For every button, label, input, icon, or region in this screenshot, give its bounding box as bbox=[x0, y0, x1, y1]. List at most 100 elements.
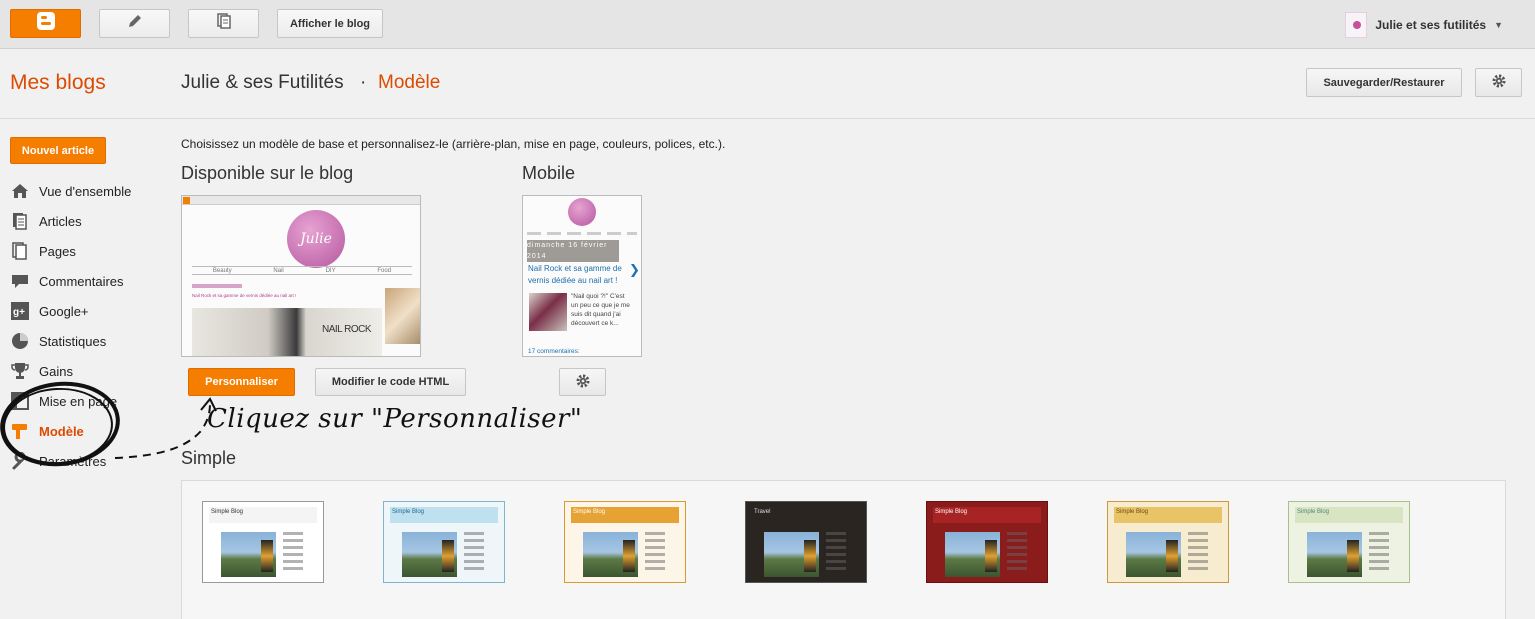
sidebar-nav: Vue d'ensemble Articles Pages Commentair… bbox=[10, 176, 131, 476]
template-header-label: Simple Blog bbox=[390, 507, 498, 523]
sidebar-item-label: Vue d'ensemble bbox=[39, 183, 132, 199]
simple-templates-heading: Simple bbox=[181, 448, 237, 468]
template-thumbnail[interactable]: Simple Blog bbox=[1107, 501, 1229, 583]
svg-text:g+: g+ bbox=[13, 307, 25, 318]
template-lantern-image bbox=[1347, 540, 1359, 572]
new-post-pencil-button[interactable] bbox=[99, 9, 170, 38]
template-header-label: Travel bbox=[752, 507, 860, 523]
sidebar-item-pages[interactable]: Pages bbox=[10, 236, 131, 266]
template-header-label: Simple Blog bbox=[209, 507, 317, 523]
trophy-icon bbox=[10, 361, 30, 381]
new-post-button[interactable]: Nouvel article bbox=[10, 137, 106, 164]
pencil-icon bbox=[127, 13, 143, 34]
template-lantern-image bbox=[985, 540, 997, 572]
template-sidebar bbox=[1369, 532, 1389, 572]
sidebar-item-label: Mise en page bbox=[39, 393, 118, 409]
template-thumbnail[interactable]: Simple Blog bbox=[926, 501, 1048, 583]
my-blogs-link[interactable]: Mes blogs bbox=[10, 71, 106, 95]
sidebar-item-settings[interactable]: Paramètres bbox=[10, 446, 131, 476]
sidebar-item-layout[interactable]: Mise en page bbox=[10, 386, 131, 416]
posts-icon bbox=[10, 211, 30, 231]
edit-html-button[interactable]: Modifier le code HTML bbox=[315, 368, 466, 396]
template-sidebar bbox=[1007, 532, 1027, 572]
intro-text: Choisissez un modèle de base et personna… bbox=[181, 137, 726, 151]
template-thumbnail[interactable]: Simple Blog bbox=[202, 501, 324, 583]
sidebar-item-label: Pages bbox=[39, 243, 76, 259]
blogger-logo-icon bbox=[36, 11, 56, 36]
chevron-down-icon: ▼ bbox=[1494, 20, 1503, 30]
template-brush-icon bbox=[10, 421, 30, 441]
preview-mobile-title: Nail Rock et sa gamme de vernis dédiée a… bbox=[528, 264, 622, 285]
template-lantern-image bbox=[804, 540, 816, 572]
sidebar-item-posts[interactable]: Articles bbox=[10, 206, 131, 236]
template-gallery: Simple Blog Simple Blog Simple Blog Travel S… bbox=[181, 480, 1506, 619]
mobile-settings-button[interactable] bbox=[559, 368, 606, 396]
template-header-label: Simple Blog bbox=[933, 507, 1041, 523]
customize-button[interactable]: Personnaliser bbox=[188, 368, 295, 396]
backup-restore-button[interactable]: Sauvegarder/Restaurer bbox=[1306, 68, 1462, 97]
template-thumbnail[interactable]: Simple Blog bbox=[1288, 501, 1410, 583]
layout-icon bbox=[10, 391, 30, 411]
template-header-label: Simple Blog bbox=[1114, 507, 1222, 523]
annotation-text: Cliquez sur "Personnaliser" bbox=[207, 404, 583, 434]
google-plus-icon: g+ bbox=[10, 301, 30, 321]
settings-button[interactable] bbox=[1475, 68, 1522, 97]
sidebar-item-overview[interactable]: Vue d'ensemble bbox=[10, 176, 131, 206]
template-thumbnail[interactable]: Simple Blog bbox=[383, 501, 505, 583]
blog-title: Julie & ses Futilités bbox=[181, 72, 344, 93]
live-template-preview[interactable]: Julie Beauty Nail DIY Food Nail Rock et … bbox=[181, 195, 421, 357]
preview-menu-item: Nail bbox=[273, 267, 284, 274]
sidebar-item-stats[interactable]: Statistiques bbox=[10, 326, 131, 356]
preview-date-badge bbox=[192, 284, 242, 288]
top-bar: Afficher le blog Julie et ses futilités … bbox=[0, 0, 1535, 49]
documents-icon bbox=[216, 13, 232, 34]
template-header-label: Simple Blog bbox=[1295, 507, 1403, 523]
template-lantern-image bbox=[442, 540, 454, 572]
gear-icon bbox=[575, 373, 591, 392]
page-title: Modèle bbox=[378, 72, 441, 93]
preview-mobile-logo bbox=[568, 198, 596, 226]
template-lantern-image bbox=[623, 540, 635, 572]
preview-mobile-date: dimanche 16 février 2014 bbox=[527, 240, 619, 262]
sidebar-item-label: Paramètres bbox=[39, 453, 107, 469]
mobile-template-preview[interactable]: dimanche 16 février 2014 Nail Rock et sa… bbox=[522, 195, 642, 357]
template-lantern-image bbox=[1166, 540, 1178, 572]
user-name: Julie et ses futilités bbox=[1375, 18, 1487, 32]
preview-blog-logo: Julie bbox=[287, 210, 345, 268]
sidebar-item-label: Google+ bbox=[39, 303, 89, 319]
preview-blogger-icon bbox=[183, 197, 190, 204]
template-thumbnail[interactable]: Travel bbox=[745, 501, 867, 583]
sidebar-item-template[interactable]: Modèle bbox=[10, 416, 131, 446]
gear-icon bbox=[1491, 73, 1507, 92]
preview-mobile-menu bbox=[527, 232, 637, 235]
account-menu[interactable]: Julie et ses futilités ▼ bbox=[1345, 12, 1503, 38]
live-on-blog-heading: Disponible sur le blog bbox=[181, 163, 354, 183]
wrench-icon bbox=[10, 451, 30, 471]
template-sidebar bbox=[826, 532, 846, 572]
stats-icon bbox=[10, 331, 30, 351]
avatar bbox=[1345, 12, 1368, 38]
template-sidebar bbox=[645, 532, 665, 572]
sidebar-item-earnings[interactable]: Gains bbox=[10, 356, 131, 386]
template-sidebar bbox=[464, 532, 484, 572]
sidebar-item-google-plus[interactable]: g+ Google+ bbox=[10, 296, 131, 326]
view-blog-button[interactable]: Afficher le blog bbox=[277, 9, 383, 38]
home-icon bbox=[10, 181, 30, 201]
sidebar-item-label: Modèle bbox=[39, 423, 84, 439]
blogger-logo-button[interactable] bbox=[10, 9, 81, 38]
preview-mobile-excerpt: "Nail quoi ?!" C'est un peu ce que je me… bbox=[571, 293, 630, 327]
preview-brand-text: NAIL ROCK bbox=[322, 324, 372, 335]
sidebar-item-comments[interactable]: Commentaires bbox=[10, 266, 131, 296]
posts-list-button[interactable] bbox=[188, 9, 259, 38]
preview-menu: Beauty Nail DIY Food bbox=[192, 266, 412, 275]
mobile-heading: Mobile bbox=[522, 163, 576, 183]
header-divider bbox=[0, 118, 1535, 119]
template-thumbnail[interactable]: Simple Blog bbox=[564, 501, 686, 583]
preview-menu-item: Beauty bbox=[212, 267, 232, 274]
preview-post-image: NAIL ROCK bbox=[192, 308, 382, 356]
preview-menu-item: DIY bbox=[325, 267, 336, 274]
preview-mobile-comments: 17 commentaires: bbox=[528, 348, 580, 355]
preview-logo-text: Julie bbox=[300, 231, 332, 247]
template-sidebar bbox=[283, 532, 303, 572]
breadcrumb-separator: · bbox=[360, 72, 367, 93]
